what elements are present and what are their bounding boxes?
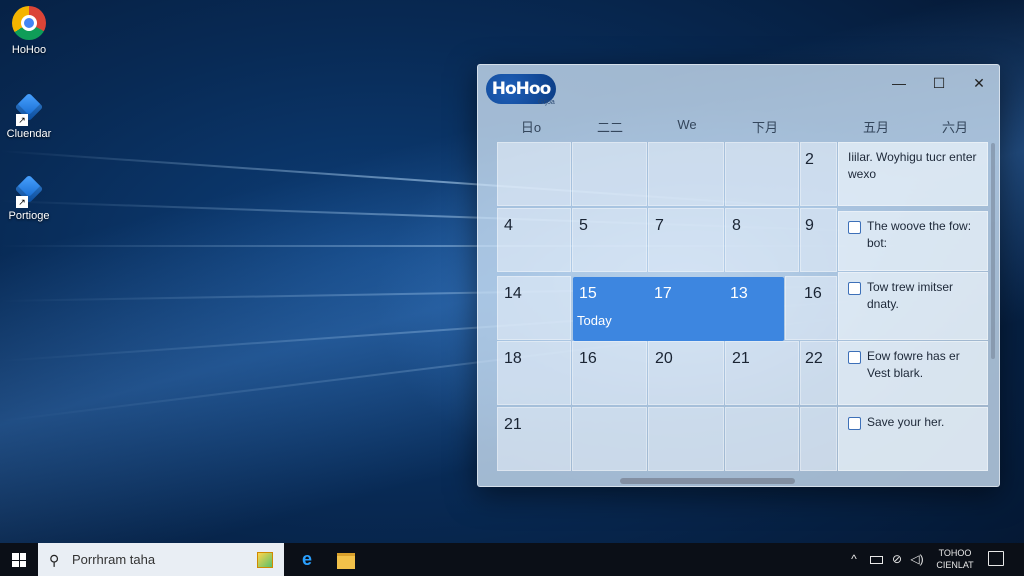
day-cell[interactable]: 16 [572,341,647,405]
day-cell[interactable]: 21 [725,341,799,405]
day-cell[interactable] [497,142,571,206]
task-text: Tow trew imitser dnaty. [867,280,954,311]
battery-icon[interactable] [866,543,886,576]
calendar-window: HoHoo Gtjoa — ☐ ✕ 日o 二二 We 下月 五月 六月 2 4 … [477,64,1000,487]
weekday-label: We [677,117,697,132]
task-text: Eow fowre has er Vest blark. [867,349,960,380]
desktop-icon-portage[interactable]: ↗ Portioge [6,172,52,222]
day-number: 8 [732,217,741,234]
clock[interactable]: TOHOO CIENLAT [931,547,979,571]
desktop-icon-hohoo[interactable]: HoHoo [6,6,52,56]
desktop-icon-label: HoHoo [11,44,47,56]
weekday-label: 五月 [862,120,889,135]
day-cell[interactable]: 9 [800,208,837,272]
day-number: 21 [732,350,750,367]
day-cell[interactable]: 4 [497,208,571,272]
task-item[interactable]: Eow fowre has er Vest blark. [838,341,988,405]
minimize-button[interactable]: — [885,71,913,95]
day-cell[interactable]: 18 [497,341,571,405]
day-number: 22 [805,350,823,367]
clock-line-2: CIENLAT [936,560,974,570]
desktop-icon-calendar[interactable]: ↗ Cluendar [6,90,52,140]
shortcut-arrow-icon: ↗ [16,196,28,208]
start-button[interactable] [0,543,38,576]
task-checkbox[interactable] [848,417,861,430]
logo-subtitle: Gtjoa [538,99,555,106]
day-number: 14 [504,285,522,302]
day-number: 9 [805,217,814,234]
today-highlight[interactable]: 15 17 13 Today [573,277,784,341]
day-cell[interactable]: 7 [648,208,724,272]
weekday-label: 日o [520,120,542,135]
day-cell[interactable]: 20 [648,341,724,405]
file-explorer-icon[interactable] [333,543,361,576]
windows-logo-icon [12,553,26,567]
day-number: 13 [730,285,748,302]
task-item[interactable]: Tow trew imitser dnaty. [838,272,988,340]
volume-icon[interactable]: ◁) [907,543,927,576]
day-cell[interactable]: 21 [497,407,571,471]
task-item[interactable]: Iiilar. Woyhigu tucr enter wexo [838,142,988,206]
task-text: Iiilar. Woyhigu tucr enter wexo [848,150,977,181]
day-number: 5 [579,217,588,234]
weekday-label: 六月 [941,120,968,135]
taskbar: ⚲ Porrhram taha e ^ ⊘ ◁) TOHOO CIENLAT [0,543,1024,576]
day-number: 16 [804,285,822,302]
day-number: 17 [654,285,672,302]
day-cell[interactable]: 16 [785,276,837,340]
search-highlight-icon [257,552,273,568]
day-cell[interactable]: 5 [572,208,647,272]
desktop-icon-label: Cluendar [6,128,52,140]
task-checkbox[interactable] [848,221,861,234]
horizontal-scrollbar[interactable] [620,478,795,484]
day-number: 16 [579,350,597,367]
day-cell[interactable]: 14 [497,276,571,340]
task-text: Save your her. [867,415,945,429]
day-cell[interactable]: 8 [725,208,799,272]
day-number: 18 [504,350,522,367]
edge-browser-icon[interactable]: e [292,543,322,576]
day-cell[interactable]: 22 [800,341,837,405]
portage-app-icon: ↗ [12,172,46,208]
chrome-icon [12,6,46,40]
day-number: 21 [504,416,522,433]
network-icon[interactable]: ⊘ [887,543,907,576]
tray-chevron-icon[interactable]: ^ [845,543,863,576]
vertical-scrollbar[interactable] [991,143,995,359]
weekday-header: 日o 二二 We 下月 五月 六月 [478,117,999,137]
task-item[interactable]: The woove the fow: bot: [838,211,988,271]
day-cell[interactable] [572,407,647,471]
day-cell[interactable] [800,407,837,471]
day-number: 4 [504,217,513,234]
day-cell[interactable] [725,407,799,471]
shortcut-arrow-icon: ↗ [16,114,28,126]
clock-line-1: TOHOO [938,548,972,558]
close-button[interactable]: ✕ [965,71,993,95]
notification-icon[interactable] [988,551,1004,566]
task-checkbox[interactable] [848,282,861,295]
day-number: 15 [579,285,597,302]
day-cell[interactable] [725,142,799,206]
day-number: 7 [655,217,664,234]
weekday-label: 二二 [596,120,623,135]
calendar-app-icon: ↗ [12,90,46,126]
app-logo: HoHoo Gtjoa [486,72,556,106]
day-number: 2 [805,151,814,168]
day-number: 20 [655,350,673,367]
taskbar-search[interactable]: ⚲ Porrhram taha [38,543,284,576]
day-cell[interactable] [572,142,647,206]
task-item[interactable]: Save your her. [838,407,988,471]
search-placeholder: Porrhram taha [72,552,156,567]
maximize-button[interactable]: ☐ [925,71,953,95]
weekday-label: 下月 [751,120,778,135]
task-text: The woove the fow: bot: [867,219,972,250]
task-checkbox[interactable] [848,351,861,364]
today-label: Today [577,313,612,328]
day-cell[interactable]: 2 [800,142,837,206]
desktop-icon-label: Portioge [8,210,50,222]
search-icon: ⚲ [49,552,60,568]
day-cell[interactable] [648,142,724,206]
day-cell[interactable] [648,407,724,471]
